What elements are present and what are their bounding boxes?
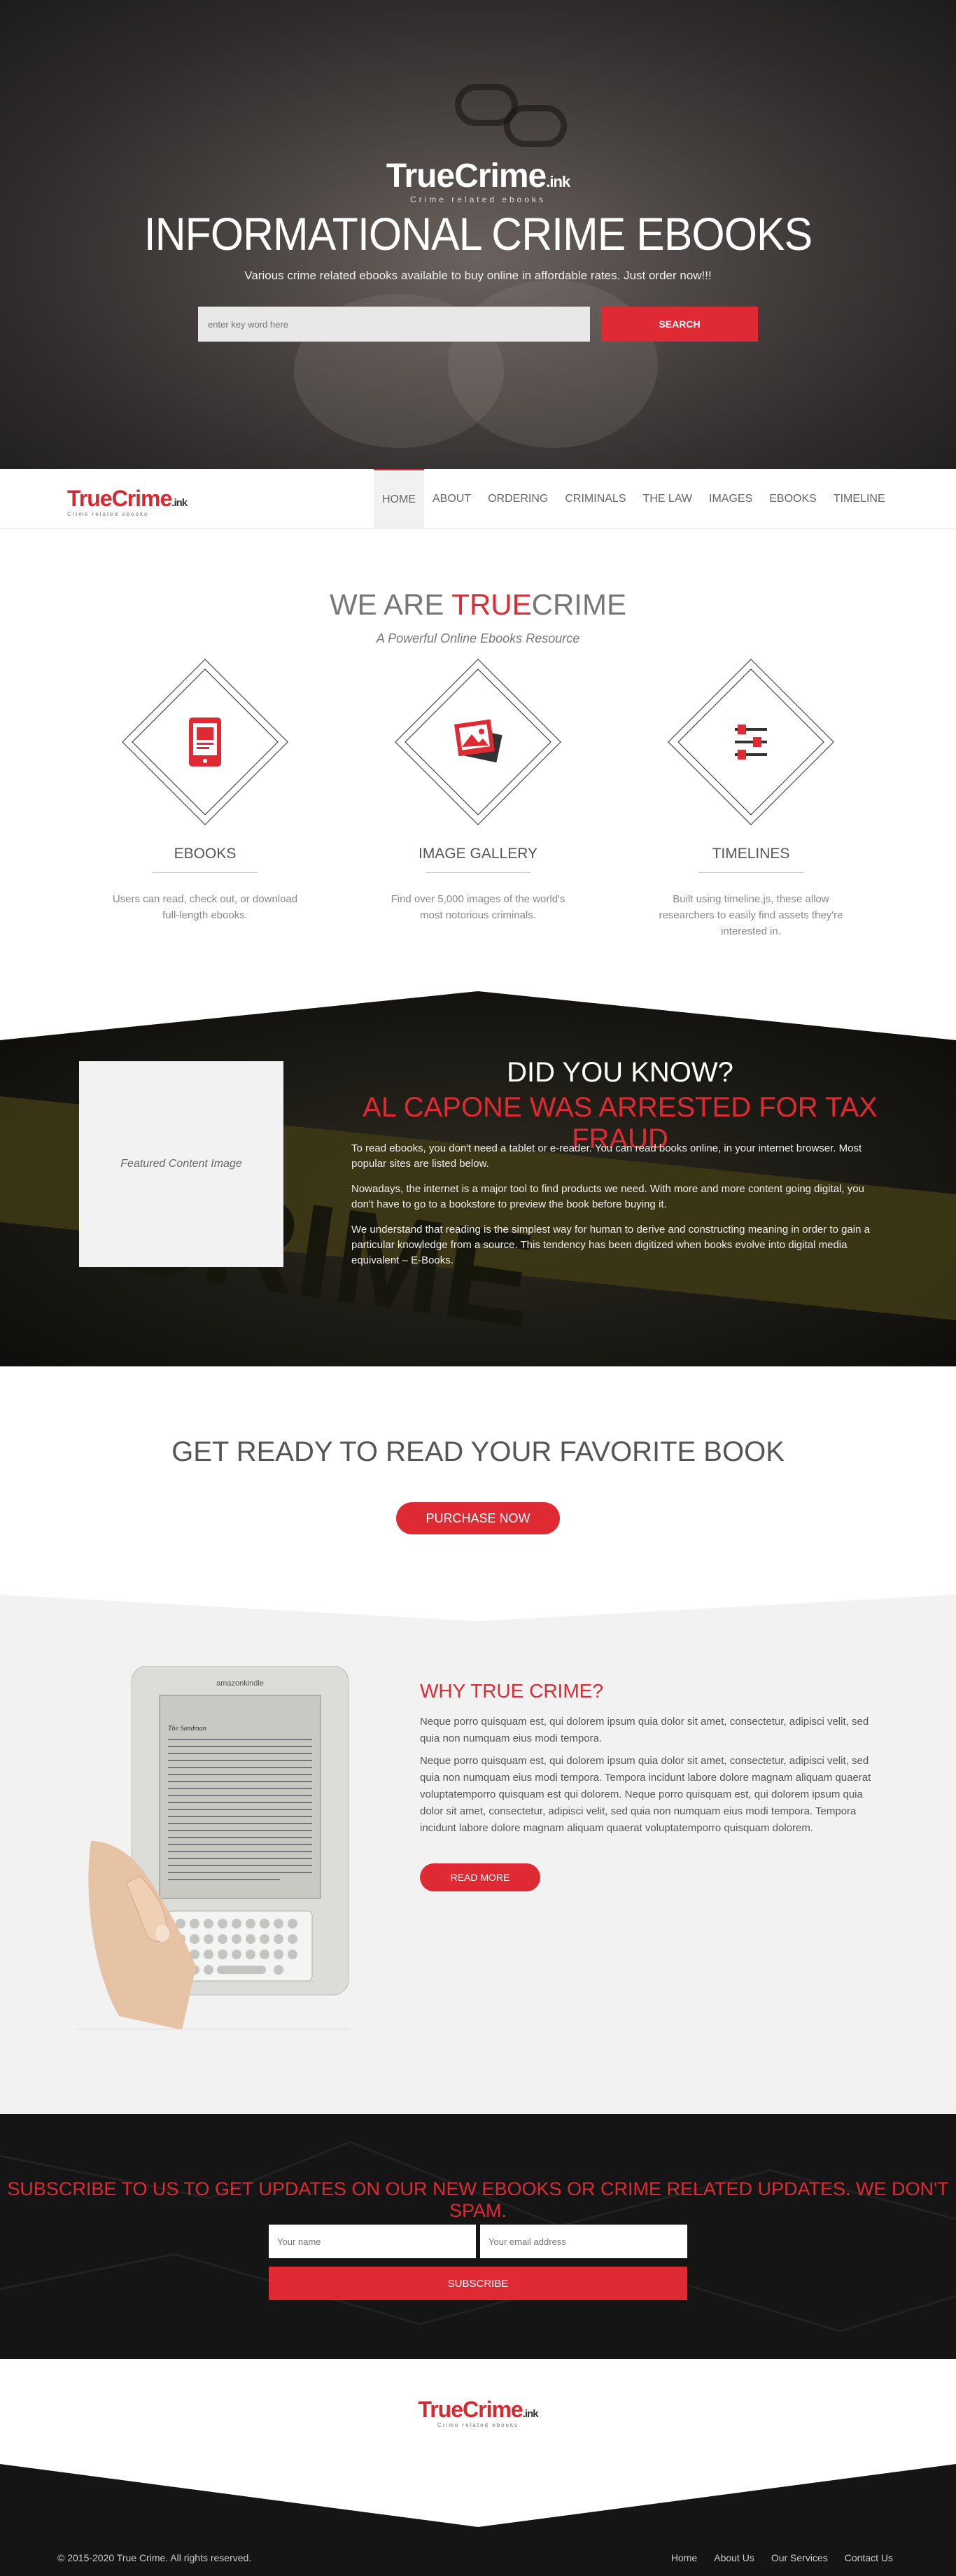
we-are-title: WE ARE TRUECRIME — [330, 588, 626, 621]
search-input[interactable] — [198, 307, 590, 342]
nav-item-home[interactable]: HOME — [374, 469, 424, 529]
feature-text: Built using timeline.js, these allow res… — [659, 893, 843, 937]
nav-item-about[interactable]: ABOUT — [424, 469, 479, 529]
copyright-text: © 2015-2020 True Crime. All rights reser… — [57, 2552, 252, 2563]
hero-title: INFORMATIONAL CRIME EBOOKS — [143, 208, 813, 260]
footer-link-home[interactable]: Home — [671, 2552, 697, 2563]
featured-content-image: Featured Content Image — [79, 1061, 283, 1267]
purchase-now-button[interactable]: PURCHASE NOW — [396, 1502, 560, 1534]
footer-link-about-us[interactable]: About Us — [714, 2552, 754, 2563]
hero-logo[interactable]: TrueCrime.ink Crime related ebooks — [0, 160, 956, 205]
nav-item-ebooks[interactable]: EBOOKS — [761, 469, 825, 529]
subscribe-title: SUBSCRIBE TO US TO GET UPDATES ON OUR NE… — [7, 2178, 949, 2221]
feature-diamond — [121, 658, 289, 826]
feature-diamond — [667, 658, 835, 826]
image-gallery-icon — [454, 719, 502, 763]
feature-title: EBOOKS — [174, 846, 237, 862]
did-you-know-title: DID YOU KNOW? — [507, 1057, 733, 1088]
we-are-tagline: A Powerful Online Ebooks Resource — [376, 631, 580, 645]
svg-text:The Sandman: The Sandman — [168, 1725, 206, 1732]
hands-shape — [448, 280, 658, 448]
subscribe-button[interactable]: SUBSCRIBE — [269, 2267, 687, 2300]
feature-text: Find over 5,000 images of the world's mo… — [391, 893, 565, 921]
nav-logo[interactable]: TrueCrime.ink Crime related ebooks — [67, 487, 188, 517]
nav-item-ordering[interactable]: ORDERING — [479, 469, 556, 529]
timeline-sliders-icon — [735, 724, 767, 760]
hero-section: TrueCrime.ink Crime related ebooks INFOR… — [0, 0, 956, 469]
why-paragraph-1: Neque porro quisquam est, qui dolorem ip… — [420, 1716, 869, 1744]
search-button[interactable]: SEARCH — [601, 307, 758, 342]
footer-link-contact-us[interactable]: Contact Us — [845, 2552, 893, 2563]
bottom-footer: © 2015-2020 True Crime. All rights reser… — [0, 2464, 956, 2576]
handcuff-chain-decoration — [504, 105, 567, 147]
ebook-icon — [189, 718, 221, 766]
feature-title: IMAGE GALLERY — [418, 846, 537, 862]
kindle-device-image: amazonkindle The Sandman — [77, 1666, 350, 2030]
feature-ebooks: EBOOKS Users can read, check out, or dow… — [100, 658, 310, 923]
footer-link-our-services[interactable]: Our Services — [771, 2552, 828, 2563]
why-paragraph-2: Neque porro quisquam est, qui dolorem ip… — [420, 1755, 871, 1834]
section-divider — [0, 1582, 956, 1621]
nav-item-images[interactable]: IMAGES — [701, 469, 761, 529]
footer-links: Home About Us Our Services Contact Us — [671, 2552, 893, 2563]
subscribe-name-input[interactable] — [269, 2225, 476, 2258]
feature-diamond — [394, 658, 562, 826]
subscribe-email-input[interactable] — [480, 2225, 687, 2258]
why-title: WHY TRUE CRIME? — [420, 1680, 603, 1702]
read-more-button[interactable]: READ MORE — [420, 1863, 540, 1891]
hero-subtitle: Various crime related ebooks available t… — [244, 269, 712, 282]
nav-item-criminals[interactable]: CRIMINALS — [556, 469, 634, 529]
dark-texture-background — [0, 2141, 956, 2332]
svg-text:amazonkindle: amazonkindle — [216, 1679, 264, 1688]
why-section: amazonkindle The Sandman WHY TRUE CRIME?… — [0, 1582, 956, 2114]
did-you-know-text: To read ebooks, you don't need a tablet … — [351, 1142, 870, 1266]
subscribe-section: SUBSCRIBE TO US TO GET UPDATES ON OUR NE… — [0, 2114, 956, 2359]
feature-title: TIMELINES — [712, 846, 790, 862]
feature-image-gallery: IMAGE GALLERY Find over 5,000 images of … — [373, 658, 583, 923]
nav-item-the-law[interactable]: THE LAW — [634, 469, 701, 529]
feature-text: Users can read, check out, or download f… — [112, 893, 298, 921]
feature-timelines: TIMELINES Built using timeline.js, these… — [646, 658, 856, 939]
footer-logo[interactable]: TrueCrime.ink Crime related ebooks — [0, 2398, 956, 2428]
did-you-know-section: CRIME Featured Content Image DID YOU KNO… — [0, 991, 956, 1366]
ready-title: GET READY TO READ YOUR FAVORITE BOOK — [171, 1436, 785, 1467]
nav-item-timeline[interactable]: TIMELINE — [825, 469, 894, 529]
main-nav: TrueCrime.ink Crime related ebooks HOME … — [0, 469, 956, 529]
